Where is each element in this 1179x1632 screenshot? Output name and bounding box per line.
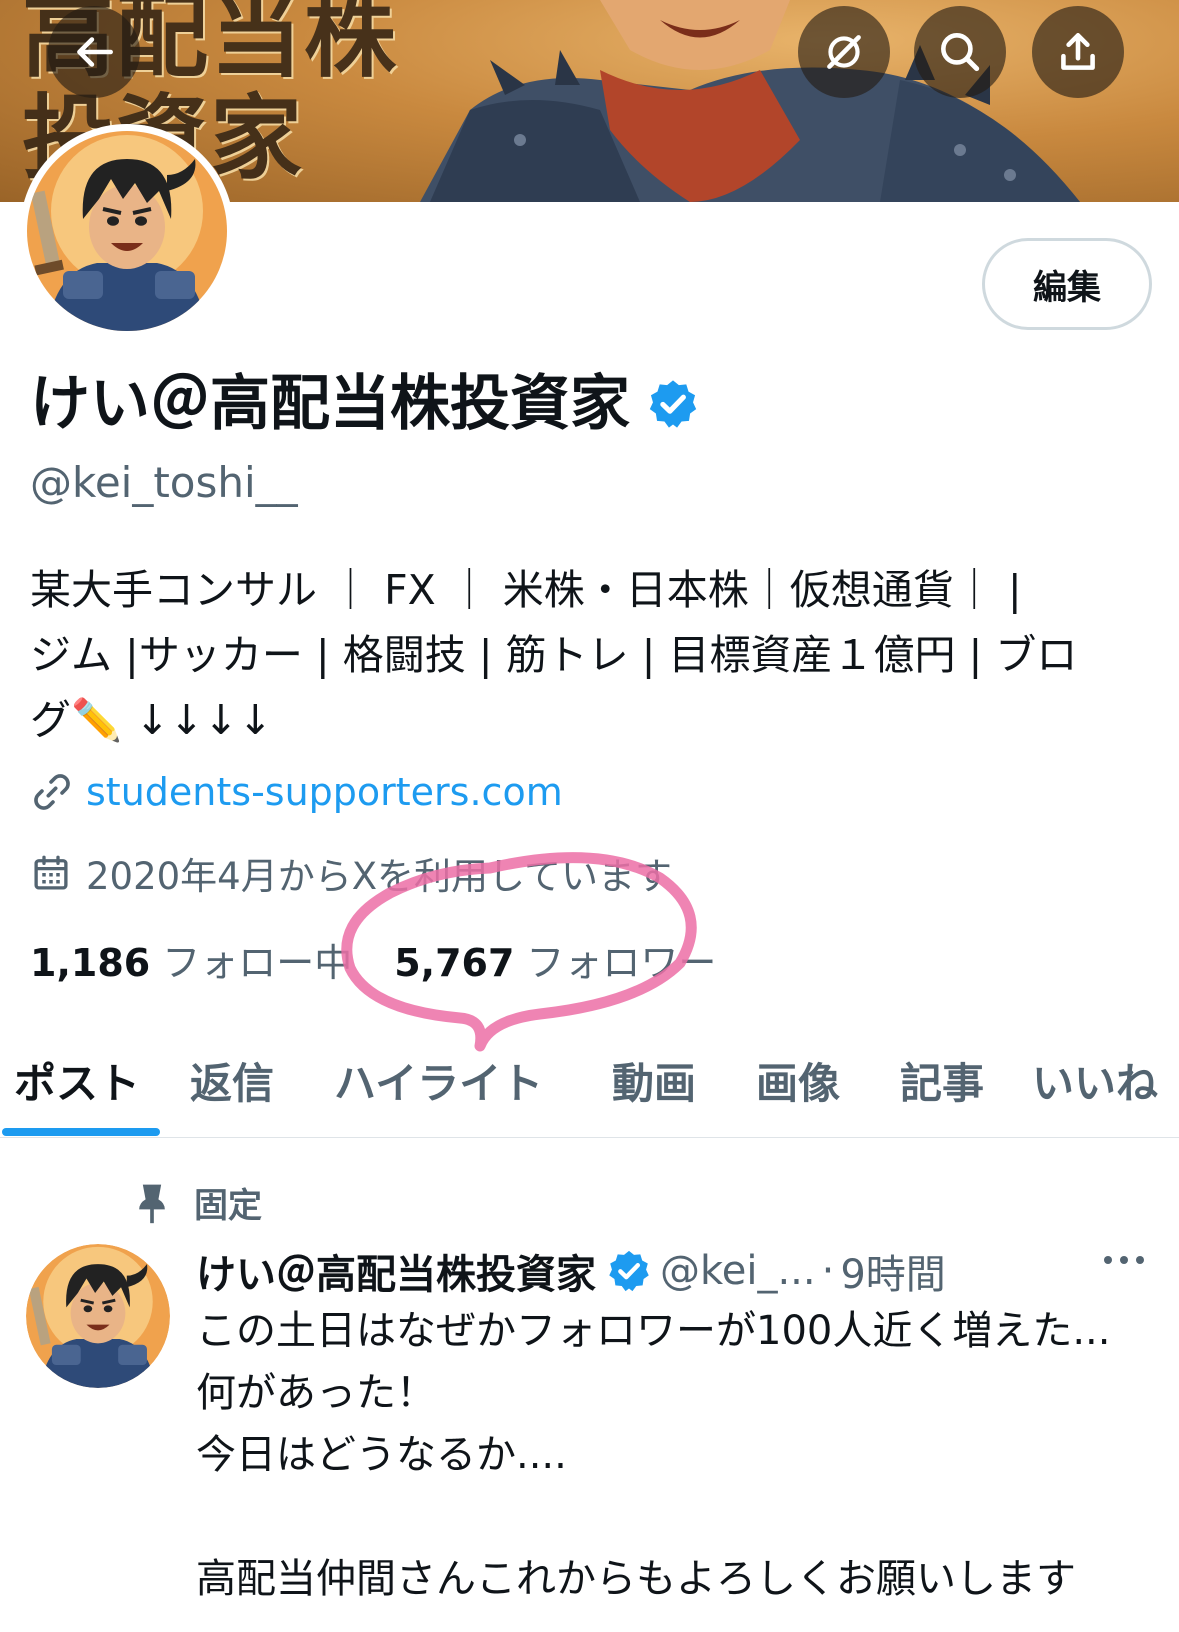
post-author-name[interactable]: けい＠高配当株投資家 bbox=[196, 1242, 596, 1300]
post-text[interactable]: この土日はなぜかフォロワーが100人近く増えた... 何があった！ 今日はどうな… bbox=[196, 1300, 1156, 1610]
tab-photos[interactable]: 画像 bbox=[756, 1050, 840, 1111]
calendar-icon bbox=[34, 855, 68, 890]
pin-icon bbox=[139, 1184, 165, 1223]
profile-avatar[interactable] bbox=[20, 124, 234, 338]
grok-icon bbox=[827, 35, 861, 69]
active-tab-indicator bbox=[2, 1128, 160, 1136]
post-author-avatar[interactable] bbox=[26, 1244, 170, 1388]
link-icon bbox=[34, 774, 70, 810]
post-header: けい＠高配当株投資家 @kei_... · 9時間 bbox=[196, 1242, 946, 1300]
tab-highlights[interactable]: ハイライト bbox=[334, 1050, 543, 1111]
display-name: けい＠高配当株投資家 bbox=[30, 369, 630, 439]
back-button[interactable] bbox=[48, 6, 140, 98]
share-button[interactable] bbox=[1032, 6, 1124, 98]
following-count: 1,186 bbox=[30, 941, 151, 985]
profile-tabs: ポスト 返信 ハイライト 動画 画像 記事 いいね bbox=[0, 1040, 1179, 1138]
back-arrow-icon bbox=[77, 37, 113, 67]
post-verified-badge-icon bbox=[609, 1250, 649, 1292]
more-options-icon[interactable] bbox=[1100, 1250, 1148, 1270]
search-icon bbox=[941, 33, 980, 72]
verified-badge-icon[interactable] bbox=[646, 377, 700, 431]
following-label: フォロー中 bbox=[162, 941, 353, 985]
tab-articles[interactable]: 記事 bbox=[900, 1050, 984, 1111]
profile-bio: 某大手コンサル ｜ FX ｜ 米株・日本株｜仮想通貨｜ | ジム |サッカー |… bbox=[30, 566, 1078, 744]
search-button[interactable] bbox=[914, 6, 1006, 98]
highlight-circle-annotation bbox=[341, 852, 697, 1052]
post-avatar-image bbox=[26, 1244, 170, 1388]
profile-link-row: students-supporters.com bbox=[30, 770, 563, 814]
tab-videos[interactable]: 動画 bbox=[612, 1050, 696, 1111]
pinned-label: 固定 bbox=[194, 1186, 262, 1226]
pinned-indicator: 固定 bbox=[132, 1178, 262, 1227]
edit-profile-button[interactable]: 編集 bbox=[982, 238, 1152, 330]
tab-posts[interactable]: ポスト bbox=[14, 1050, 140, 1111]
profile-website-link[interactable]: students-supporters.com bbox=[86, 770, 563, 814]
grok-button[interactable] bbox=[798, 6, 890, 98]
tab-replies[interactable]: 返信 bbox=[190, 1050, 274, 1111]
post-timestamp[interactable]: 9時間 bbox=[840, 1242, 945, 1300]
profile-handle: @kei_toshi__ bbox=[30, 458, 298, 507]
share-icon bbox=[1061, 33, 1095, 70]
display-name-row: けい＠高配当株投資家 bbox=[30, 368, 700, 440]
post-author-handle[interactable]: @kei_... bbox=[660, 1248, 816, 1294]
following-link[interactable]: 1,186 フォロー中 bbox=[30, 932, 352, 987]
avatar-image bbox=[27, 131, 227, 331]
tab-likes[interactable]: いいね bbox=[1032, 1050, 1158, 1111]
post-separator: · bbox=[821, 1248, 835, 1294]
